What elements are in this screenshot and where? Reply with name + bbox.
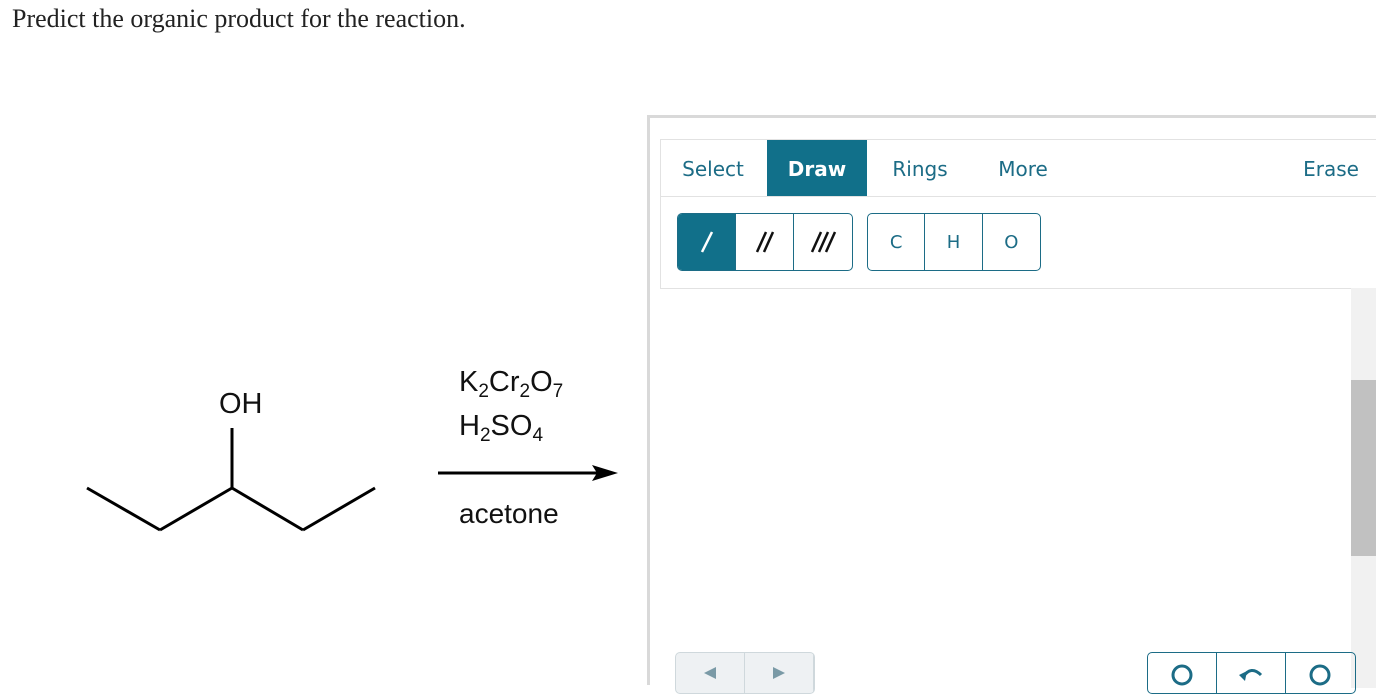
undo-button[interactable] [1217, 653, 1286, 693]
tab-draw[interactable]: Draw [767, 140, 867, 196]
bond-1 [86, 486, 161, 532]
tab-more[interactable]: More [983, 140, 1063, 196]
bond-tools [677, 213, 853, 271]
tab-select[interactable]: Select [667, 140, 759, 196]
single-bond-icon [700, 231, 713, 253]
atom-o-button[interactable]: O [983, 214, 1040, 270]
double-bond-button[interactable] [736, 214, 794, 270]
arrow-right-icon [773, 667, 785, 679]
triple-bond-icon [810, 231, 837, 253]
reagent-oxidant: K2Cr2O7 [459, 366, 564, 402]
zoom-in-button[interactable] [1148, 653, 1217, 693]
question-text: Predict the organic product for the reac… [12, 4, 466, 33]
undo-icon [1239, 669, 1263, 681]
arrow-left-icon [704, 667, 716, 679]
bond-2 [159, 486, 233, 532]
next-button[interactable] [745, 653, 814, 693]
zoom-in-icon [1171, 664, 1193, 686]
scrollbar-thumb[interactable] [1351, 380, 1376, 556]
atom-c-button[interactable]: C [868, 214, 926, 270]
tab-rings[interactable]: Rings [881, 140, 959, 196]
reagent-acid: H2SO4 [459, 410, 544, 446]
double-bond-icon [755, 231, 774, 253]
solvent-label: acetone [459, 498, 559, 529]
hydroxyl-label: OH [219, 388, 263, 420]
previous-button[interactable] [676, 653, 745, 693]
bond-4 [302, 486, 376, 532]
zoom-out-button[interactable] [1286, 653, 1355, 693]
view-controls [1147, 652, 1356, 694]
atom-tools: C H O [867, 213, 1041, 271]
zoom-out-icon [1309, 664, 1331, 686]
canvas-scrollbar[interactable] [1351, 288, 1376, 688]
tab-erase[interactable]: Erase [1291, 140, 1371, 196]
reaction-scheme: OH K2Cr2O7 H2SO4 acetone [0, 330, 640, 590]
bond-3 [231, 486, 304, 532]
single-bond-button[interactable] [678, 214, 736, 270]
draw-tools-row: C H O [660, 197, 1376, 289]
atom-h-button[interactable]: H [925, 214, 983, 270]
triple-bond-button[interactable] [794, 214, 852, 270]
editor-toolbar: Select Draw Rings More Erase [660, 139, 1376, 197]
navigation-buttons [675, 652, 815, 694]
molecule-editor: Select Draw Rings More Erase C H O [647, 115, 1376, 694]
